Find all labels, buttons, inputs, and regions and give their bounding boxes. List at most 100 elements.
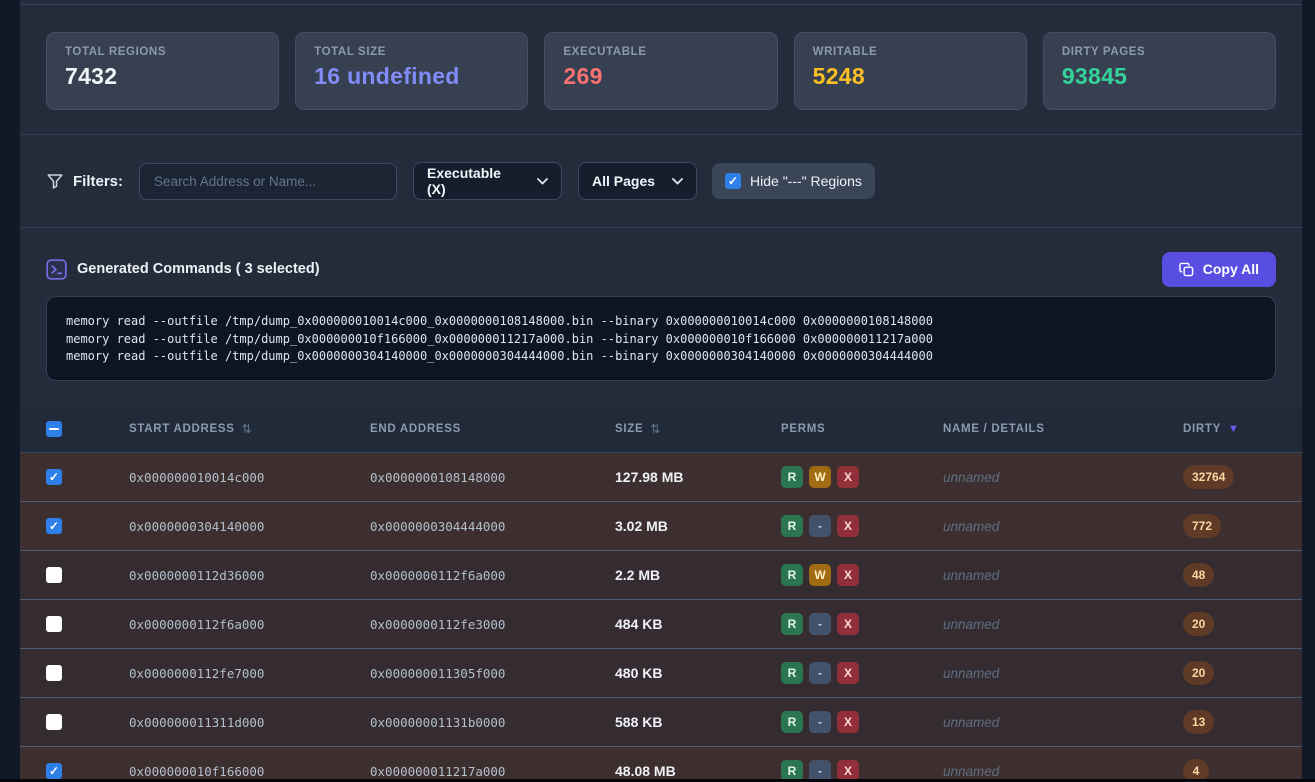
column-header-perms[interactable]: PERMS [781, 423, 943, 435]
generated-commands-section: Generated Commands ( 3 selected) Copy Al… [20, 228, 1302, 405]
perm-badge-none: - [809, 662, 831, 684]
row-checkbox[interactable] [46, 714, 62, 730]
terminal-icon [46, 259, 67, 280]
stat-card-writable: WRITABLE 5248 [794, 32, 1027, 110]
command-output-box: memory read --outfile /tmp/dump_0x000000… [46, 296, 1276, 381]
perm-badge-w: W [809, 466, 831, 488]
row-checkbox[interactable] [46, 567, 62, 583]
row-checkbox[interactable] [46, 469, 62, 485]
column-header-size[interactable]: SIZE ⇅ [615, 422, 781, 436]
column-label: PERMS [781, 423, 825, 435]
command-line: memory read --outfile /tmp/dump_0x000000… [66, 348, 1256, 366]
table-row[interactable]: 0x0000000112f6a000 0x0000000112fe3000 48… [20, 600, 1302, 649]
command-line: memory read --outfile /tmp/dump_0x000000… [66, 331, 1256, 349]
perms-cell: R-X [781, 662, 943, 684]
chevron-down-icon [672, 178, 683, 185]
perm-badge-x: X [837, 613, 859, 635]
permission-filter-select[interactable]: Executable (X) [413, 162, 562, 200]
table-row[interactable]: 0x000000010014c000 0x0000000108148000 12… [20, 453, 1302, 502]
table-row[interactable]: 0x0000000304140000 0x0000000304444000 3.… [20, 502, 1302, 551]
top-divider [20, 4, 1302, 5]
column-header-start-address[interactable]: START ADDRESS ⇅ [129, 422, 370, 436]
hide-regions-checkbox[interactable] [725, 173, 741, 189]
name-cell: unnamed [943, 568, 1183, 583]
perms-cell: RWX [781, 466, 943, 488]
search-input[interactable] [139, 163, 397, 200]
stat-card-dirty-pages: DIRTY PAGES 93845 [1043, 32, 1276, 110]
filters-label: Filters: [73, 173, 123, 190]
start-address-cell: 0x0000000112fe7000 [129, 666, 370, 681]
dirty-count-badge: 48 [1183, 563, 1214, 587]
dirty-count-badge: 772 [1183, 514, 1221, 538]
perms-cell: R-X [781, 515, 943, 537]
stat-value: 16 undefined [314, 63, 509, 90]
column-header-name-details[interactable]: NAME / DETAILS [943, 423, 1183, 435]
stat-card-total-size: TOTAL SIZE 16 undefined [295, 32, 528, 110]
column-label: DIRTY [1183, 423, 1221, 435]
copy-all-button[interactable]: Copy All [1162, 252, 1276, 287]
perm-badge-r: R [781, 515, 803, 537]
column-label: SIZE [615, 423, 643, 435]
command-line: memory read --outfile /tmp/dump_0x000000… [66, 313, 1256, 331]
row-checkbox[interactable] [46, 616, 62, 632]
table-row[interactable]: 0x0000000112d36000 0x0000000112f6a000 2.… [20, 551, 1302, 600]
end-address-cell: 0x000000011305f000 [370, 666, 615, 681]
copy-all-label: Copy All [1203, 261, 1259, 277]
table-row[interactable]: 0x000000011311d000 0x00000001131b0000 58… [20, 698, 1302, 747]
end-address-cell: 0x0000000112f6a000 [370, 568, 615, 583]
hide-regions-toggle[interactable]: Hide "---" Regions [712, 163, 875, 199]
size-cell: 48.08 MB [615, 763, 781, 779]
perm-badge-r: R [781, 662, 803, 684]
perm-badge-w: W [809, 564, 831, 586]
dirty-count-badge: 20 [1183, 661, 1214, 685]
start-address-cell: 0x000000011311d000 [129, 715, 370, 730]
stat-value: 269 [563, 63, 758, 90]
column-header-end-address[interactable]: END ADDRESS [370, 423, 615, 435]
start-address-cell: 0x000000010014c000 [129, 470, 370, 485]
table-header: START ADDRESS ⇅ END ADDRESS SIZE ⇅ PERMS… [20, 405, 1302, 453]
stat-value: 93845 [1062, 63, 1257, 90]
copy-icon [1179, 262, 1194, 277]
end-address-cell: 0x0000000304444000 [370, 519, 615, 534]
end-address-cell: 0x0000000112fe3000 [370, 617, 615, 632]
perm-badge-none: - [809, 711, 831, 733]
column-label: START ADDRESS [129, 423, 235, 435]
sort-icon: ⇅ [242, 422, 253, 436]
name-cell: unnamed [943, 617, 1183, 632]
row-checkbox[interactable] [46, 665, 62, 681]
table-row[interactable]: 0x0000000112fe7000 0x000000011305f000 48… [20, 649, 1302, 698]
generated-commands-title: Generated Commands ( 3 selected) [77, 261, 320, 277]
table-body: 0x000000010014c000 0x0000000108148000 12… [20, 453, 1302, 782]
name-cell: unnamed [943, 666, 1183, 681]
chevron-down-icon [537, 178, 548, 185]
perm-badge-x: X [837, 515, 859, 537]
pages-filter-select[interactable]: All Pages [578, 162, 697, 200]
stat-card-total-regions: TOTAL REGIONS 7432 [46, 32, 279, 110]
filters-bar: Filters: Executable (X) All Pages Hide "… [20, 135, 1302, 228]
select-all-checkbox[interactable] [46, 421, 62, 437]
sort-descending-icon: ▼ [1228, 423, 1240, 435]
name-cell: unnamed [943, 470, 1183, 485]
row-checkbox[interactable] [46, 518, 62, 534]
stat-label: EXECUTABLE [563, 46, 758, 58]
table-row[interactable]: 0x000000010f166000 0x000000011217a000 48… [20, 747, 1302, 782]
size-cell: 484 KB [615, 616, 781, 632]
row-checkbox[interactable] [46, 763, 62, 779]
permission-filter-value: Executable (X) [427, 165, 523, 197]
start-address-cell: 0x000000010f166000 [129, 764, 370, 779]
start-address-cell: 0x0000000304140000 [129, 519, 370, 534]
pages-filter-value: All Pages [592, 173, 655, 189]
perm-badge-r: R [781, 466, 803, 488]
main-panel: TOTAL REGIONS 7432 TOTAL SIZE 16 undefin… [20, 0, 1302, 782]
stat-label: TOTAL SIZE [314, 46, 509, 58]
name-cell: unnamed [943, 715, 1183, 730]
stat-card-executable: EXECUTABLE 269 [544, 32, 777, 110]
perm-badge-r: R [781, 564, 803, 586]
perm-badge-x: X [837, 662, 859, 684]
perm-badge-x: X [837, 466, 859, 488]
column-label: END ADDRESS [370, 423, 461, 435]
column-header-dirty[interactable]: DIRTY ▼ [1183, 423, 1302, 435]
hide-regions-label: Hide "---" Regions [750, 173, 862, 189]
perm-badge-none: - [809, 613, 831, 635]
name-cell: unnamed [943, 519, 1183, 534]
